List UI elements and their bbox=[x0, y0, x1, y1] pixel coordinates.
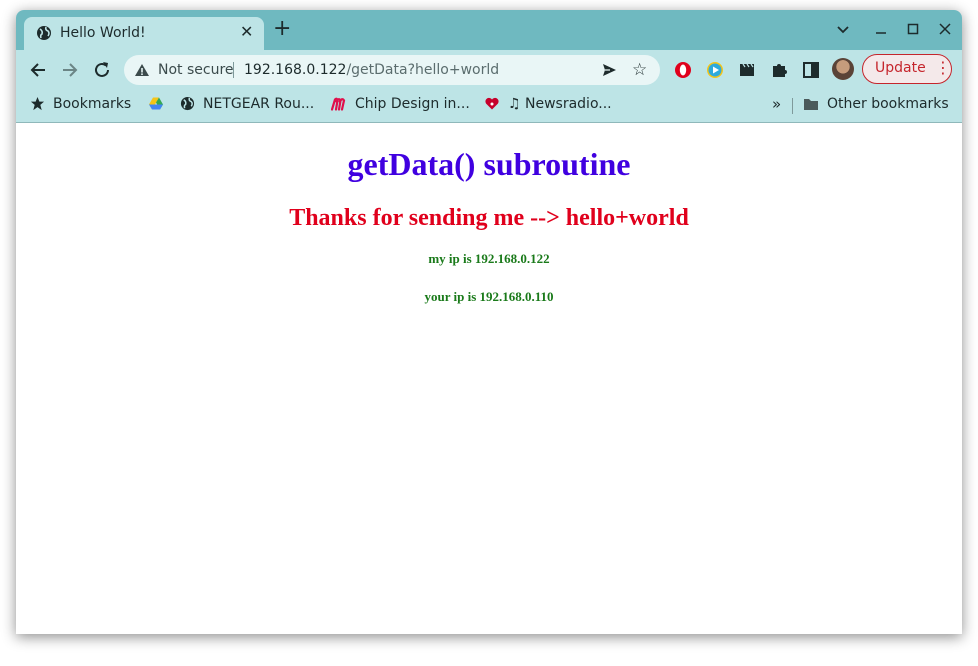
tab-strip: Hello World! ✕ + bbox=[16, 10, 962, 50]
bookmark-item-bookmarks[interactable]: Bookmarks bbox=[30, 96, 131, 115]
media-player-icon[interactable] bbox=[705, 60, 725, 80]
star-icon bbox=[30, 96, 45, 115]
tab-title: Hello World! bbox=[60, 25, 146, 41]
address-bar[interactable]: Not secure 192.168.0.122/getData?hello+w… bbox=[124, 55, 660, 85]
my-ip-text: my ip is 192.168.0.122 bbox=[428, 251, 550, 266]
bookmark-label: NETGEAR Rou... bbox=[203, 96, 315, 112]
plus-icon[interactable]: + bbox=[273, 18, 291, 40]
page-content: getData() subroutine Thanks for sending … bbox=[16, 123, 962, 634]
extensions-puzzle-icon[interactable] bbox=[769, 60, 789, 80]
bookmark-label: Other bookmarks bbox=[827, 96, 949, 112]
reload-icon[interactable] bbox=[91, 59, 113, 81]
update-button[interactable]: Update ⋮ bbox=[862, 54, 952, 84]
folder-icon bbox=[803, 97, 819, 115]
opera-icon[interactable] bbox=[673, 60, 693, 80]
security-label[interactable]: Not secure bbox=[158, 62, 234, 78]
close-icon[interactable]: ✕ bbox=[240, 22, 253, 41]
url-host: 192.168.0.122 bbox=[244, 62, 347, 78]
divider bbox=[233, 62, 234, 78]
globe-icon bbox=[36, 25, 52, 45]
m-logo-icon bbox=[330, 96, 347, 115]
globe-icon bbox=[180, 96, 195, 115]
tab-hello-world[interactable]: Hello World! ✕ bbox=[24, 17, 264, 50]
bookmark-item-other-bookmarks[interactable]: Other bookmarks bbox=[803, 96, 949, 115]
bookmark-item-chip-design[interactable]: Chip Design in... bbox=[330, 96, 470, 115]
update-label: Update bbox=[875, 60, 926, 76]
send-icon[interactable] bbox=[601, 62, 617, 82]
url-path: /getData?hello+world bbox=[346, 62, 500, 78]
side-panel-icon[interactable] bbox=[801, 60, 821, 80]
clapper-icon[interactable] bbox=[737, 60, 757, 80]
avatar[interactable] bbox=[832, 58, 854, 80]
bookmark-label: Bookmarks bbox=[53, 96, 132, 112]
back-icon[interactable] bbox=[27, 59, 49, 81]
forward-icon[interactable] bbox=[59, 59, 81, 81]
bookmark-item-newsradio[interactable]: ♫ Newsradio... bbox=[484, 96, 612, 115]
iheart-icon bbox=[484, 96, 500, 115]
page-subtitle: Thanks for sending me --> hello+world bbox=[289, 205, 689, 231]
maximize-icon[interactable] bbox=[907, 23, 919, 39]
your-ip-text: your ip is 192.168.0.110 bbox=[424, 289, 554, 304]
bookmark-item-google-drive[interactable] bbox=[148, 96, 172, 115]
minimize-icon[interactable] bbox=[875, 22, 887, 40]
close-window-icon[interactable] bbox=[939, 23, 951, 39]
kebab-menu-icon[interactable]: ⋮ bbox=[935, 58, 951, 78]
bookmarks-bar: Bookmarks NETGEAR Rou... Chip Design in.… bbox=[16, 90, 962, 123]
bookmark-label: Chip Design in... bbox=[355, 96, 470, 112]
bookmark-label: ♫ Newsradio... bbox=[508, 96, 612, 112]
google-drive-icon bbox=[148, 96, 164, 115]
divider bbox=[792, 98, 793, 114]
chevron-down-icon[interactable] bbox=[836, 22, 850, 40]
bookmarks-overflow-button[interactable]: » bbox=[772, 95, 781, 113]
warning-icon[interactable] bbox=[134, 62, 150, 82]
url-text[interactable]: 192.168.0.122/getData?hello+world bbox=[244, 62, 499, 78]
bookmark-item-netgear[interactable]: NETGEAR Rou... bbox=[180, 96, 314, 115]
bookmark-star-icon[interactable]: ☆ bbox=[632, 60, 647, 80]
toolbar: Not secure 192.168.0.122/getData?hello+w… bbox=[16, 50, 962, 90]
page-title: getData() subroutine bbox=[347, 146, 631, 182]
browser-window: Hello World! ✕ + Not secure 192.168.0.12… bbox=[16, 10, 962, 634]
